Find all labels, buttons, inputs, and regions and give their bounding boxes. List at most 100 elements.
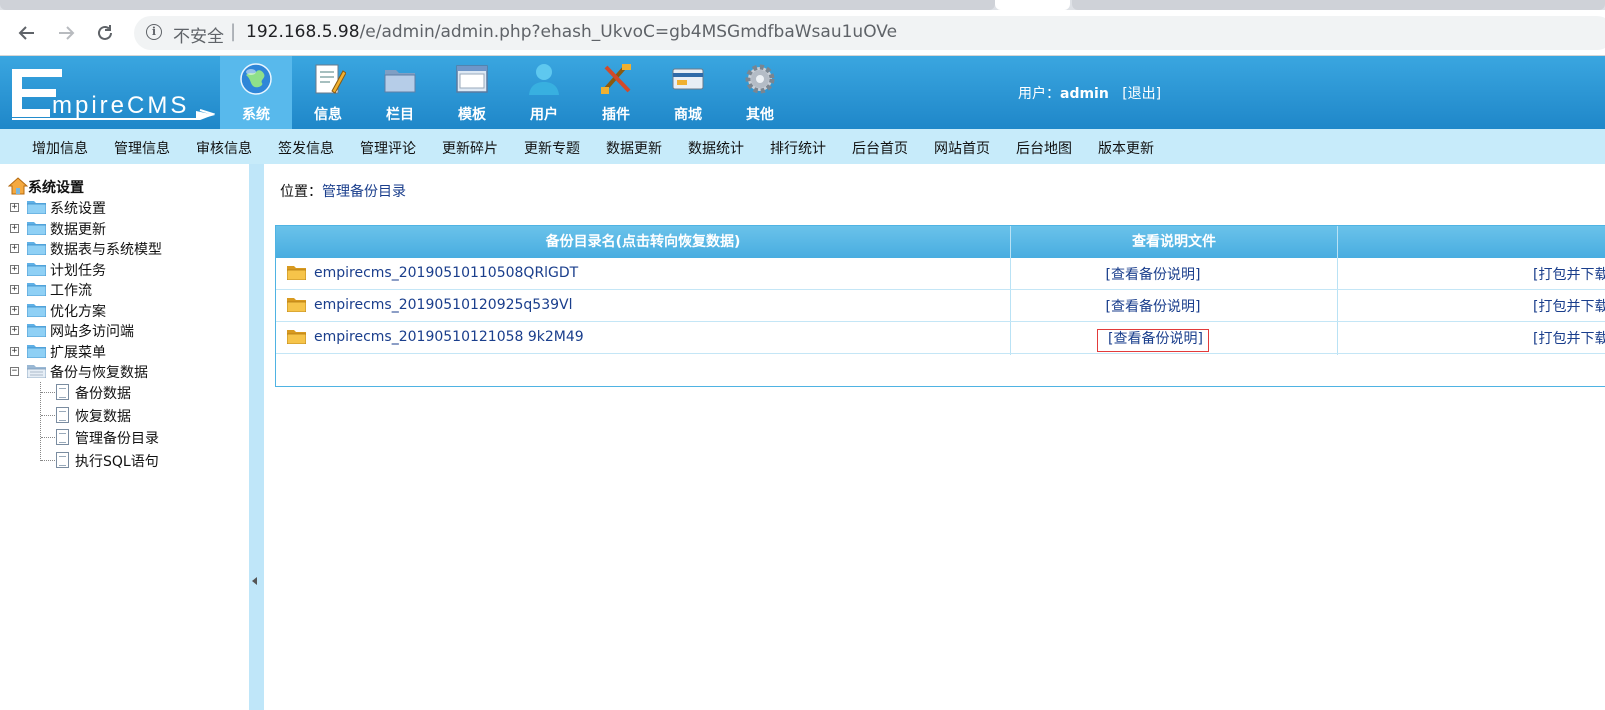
folder-icon (27, 201, 46, 214)
menu-label: 信息 (314, 107, 342, 123)
subnav-sign-info[interactable]: 签发信息 (278, 138, 334, 158)
subnav-review-info[interactable]: 审核信息 (196, 138, 252, 158)
svg-text:mpireCMS: mpireCMS (52, 92, 189, 119)
folder-icon (287, 266, 306, 280)
expand-icon[interactable]: + (10, 244, 19, 253)
menu-label: 用户 (530, 107, 558, 123)
table-row: empirecms_20190510121058 9k2M49 [查看备份说明]… (276, 322, 1605, 354)
tree-node-label: 备份与恢复数据 (50, 365, 148, 381)
browser-tab-strip (0, 0, 1605, 10)
menu-other[interactable]: 其他 (724, 56, 796, 129)
browser-tab[interactable] (0, 0, 995, 10)
subnav-update-topic[interactable]: 更新专题 (524, 138, 580, 158)
info-icon[interactable]: i (146, 24, 162, 40)
sub-navigation: 增加信息 管理信息 审核信息 签发信息 管理评论 更新碎片 更新专题 数据更新 … (0, 129, 1605, 164)
folder-icon (27, 263, 46, 276)
backup-dir-link[interactable]: empirecms_20190510120925q539Vl (314, 297, 573, 313)
address-bar[interactable]: i 不安全 | 192.168.5.98/e/admin/admin.php?e… (134, 16, 1605, 50)
menu-info[interactable]: 信息 (292, 56, 364, 129)
backup-dir-link[interactable]: empirecms_20190510110508QRlGDT (314, 265, 578, 281)
table-row: empirecms_20190510110508QRlGDT [查看备份说明] … (276, 258, 1605, 290)
pack-download-link[interactable]: [打包并下载] (1533, 296, 1605, 316)
folder-icon (287, 330, 306, 344)
tree-node-label: 数据更新 (50, 222, 106, 238)
tree-line (41, 437, 55, 438)
menu-label: 栏目 (386, 107, 414, 123)
reload-button[interactable] (89, 17, 121, 49)
subnav-data-stats[interactable]: 数据统计 (688, 138, 744, 158)
document-icon (56, 407, 69, 423)
reload-icon (98, 25, 112, 40)
tree-node-label: 数据表与系统模型 (50, 242, 162, 258)
collapse-arrow-icon[interactable] (252, 577, 257, 585)
sidebar-splitter[interactable] (249, 164, 264, 710)
subnav-add-info[interactable]: 增加信息 (32, 138, 88, 158)
tree-node-label: 计划任务 (50, 263, 106, 279)
subnav-manage-info[interactable]: 管理信息 (114, 138, 170, 158)
subnav-site-home[interactable]: 网站首页 (934, 138, 990, 158)
browser-tab[interactable] (1072, 0, 1605, 10)
view-readme-cell: [查看备份说明] (984, 328, 1322, 352)
browser-tab-active[interactable] (995, 0, 1070, 10)
subnav-admin-map[interactable]: 后台地图 (1016, 138, 1072, 158)
expand-icon[interactable]: + (10, 306, 19, 315)
backup-dir-link[interactable]: empirecms_20190510121058 9k2M49 (314, 329, 584, 345)
home-icon (7, 177, 29, 195)
menu-user[interactable]: 用户 (508, 56, 580, 129)
folder-icon (27, 283, 46, 296)
tree-leaf-label: 恢复数据 (75, 409, 131, 425)
arrow-right-icon (59, 26, 75, 40)
back-button[interactable] (11, 17, 43, 49)
breadcrumb-link[interactable]: 管理备份目录 (322, 184, 406, 200)
cms-header: mpireCMS 系统 信息 栏目 模板 用户 插件 商城 其他 用户：admi… (0, 56, 1605, 129)
expand-icon[interactable]: + (10, 203, 19, 212)
subnav-update-fragment[interactable]: 更新碎片 (442, 138, 498, 158)
tree-line (41, 415, 55, 416)
menu-template[interactable]: 模板 (436, 56, 508, 129)
empirecms-logo[interactable]: mpireCMS (10, 67, 215, 122)
subnav-manage-comments[interactable]: 管理评论 (360, 138, 416, 158)
subnav-data-update[interactable]: 数据更新 (606, 138, 662, 158)
url-text[interactable]: 192.168.5.98/e/admin/admin.php?ehash_Ukv… (246, 22, 897, 42)
pack-download-link[interactable]: [打包并下载] (1533, 328, 1605, 348)
menu-plugin[interactable]: 插件 (580, 56, 652, 129)
security-label[interactable]: 不安全 (173, 22, 224, 47)
menu-shop[interactable]: 商城 (652, 56, 724, 129)
tree-root-label: 系统设置 (28, 180, 84, 196)
subnav-admin-home[interactable]: 后台首页 (852, 138, 908, 158)
pack-download-link[interactable]: [打包并下载] (1533, 264, 1605, 284)
folder-icon (287, 298, 306, 312)
username: admin (1060, 86, 1109, 102)
menu-column[interactable]: 栏目 (364, 56, 436, 129)
user-info: 用户：admin [退出] (1018, 83, 1161, 103)
backup-directory-table: 备份目录名(点击转向恢复数据) 查看说明文件 empirecms_2019051… (275, 225, 1605, 387)
tree-line (41, 460, 55, 461)
tree-node-label: 优化方案 (50, 304, 106, 320)
sidebar-tree: 系统设置 + 系统设置 + 数据更新 + 数据表与系统模型 + 计划任务 + 工… (0, 164, 249, 710)
tree-line (40, 382, 41, 461)
subnav-version-update[interactable]: 版本更新 (1098, 138, 1154, 158)
view-readme-link[interactable]: [查看备份说明] (984, 296, 1322, 316)
collapse-icon[interactable]: − (10, 367, 19, 376)
tools-icon (601, 64, 631, 94)
folder-icon (384, 70, 416, 93)
tree-root[interactable]: 系统设置 (7, 177, 84, 197)
forward-button[interactable] (50, 17, 82, 49)
view-readme-link[interactable]: [查看备份说明] (984, 264, 1322, 284)
tree-line (41, 392, 55, 393)
logout-link[interactable]: [退出] (1122, 86, 1161, 102)
subnav-rank-stats[interactable]: 排行统计 (770, 138, 826, 158)
expand-icon[interactable]: + (10, 224, 19, 233)
tree-leaf-label: 管理备份目录 (75, 431, 159, 447)
expand-icon[interactable]: + (10, 285, 19, 294)
view-readme-link-highlighted[interactable]: [查看备份说明] (1097, 329, 1209, 352)
gear-icon (745, 64, 775, 94)
expand-icon[interactable]: + (10, 347, 19, 356)
browser-toolbar: i 不安全 | 192.168.5.98/e/admin/admin.php?e… (0, 10, 1605, 56)
menu-system[interactable]: 系统 (220, 56, 292, 129)
expand-icon[interactable]: + (10, 265, 19, 274)
arrow-left-icon (18, 26, 34, 40)
tree-leaf-label: 执行SQL语句 (75, 454, 159, 470)
column-header-readme: 查看说明文件 (1132, 234, 1216, 250)
expand-icon[interactable]: + (10, 326, 19, 335)
